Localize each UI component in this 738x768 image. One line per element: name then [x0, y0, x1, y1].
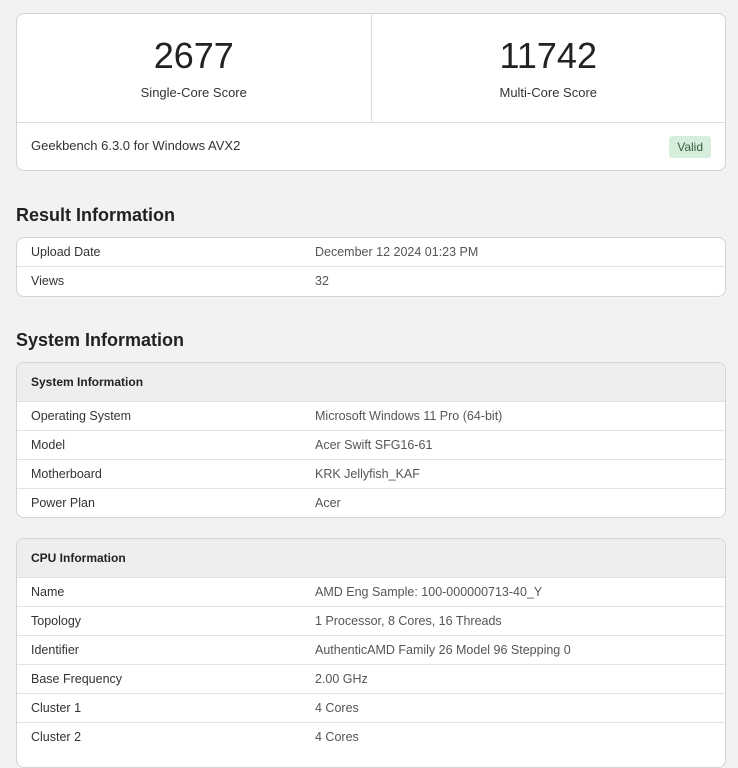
- single-core-score-value: 2677: [153, 35, 234, 76]
- single-core-score-label: Single-Core Score: [140, 85, 247, 100]
- table-row: Model Acer Swift SFG16-61: [17, 430, 725, 460]
- row-key: Name: [31, 585, 65, 599]
- row-key: Model: [17, 430, 315, 460]
- system-table-title: System Information: [17, 363, 725, 402]
- row-key: Cluster 2: [17, 722, 315, 751]
- row-key: Base Frequency: [17, 664, 315, 694]
- row-value: Acer Swift SFG16-61: [315, 430, 725, 460]
- multi-core-score-cell: 11742 Multi-Core Score: [370, 14, 726, 122]
- multi-core-score-label: Multi-Core Score: [499, 85, 598, 100]
- row-value: 1 Processor, 8 Cores, 16 Threads: [315, 606, 725, 636]
- table-row: Cluster 1 4 Cores: [17, 693, 725, 723]
- row-value: 4 Cores: [315, 722, 725, 751]
- table-row: Cluster 2 4 Cores: [17, 722, 725, 751]
- row-key: Power Plan: [17, 488, 315, 517]
- row-key: Cluster 1: [17, 693, 315, 723]
- valid-status-badge: Valid: [669, 136, 711, 158]
- system-information-heading: System Information: [16, 330, 185, 350]
- table-row: Motherboard KRK Jellyfish_KAF: [17, 459, 725, 489]
- row-key: Topology: [17, 606, 315, 636]
- table-row: Topology 1 Processor, 8 Cores, 16 Thread…: [17, 606, 725, 636]
- row-value: December 12 2024 01:23 PM: [315, 245, 479, 259]
- table-row: Name AMD Eng Sample: 100-000000713-40_Y: [17, 578, 725, 607]
- table-row: Upload Date December 12 2024 01:23 PM: [17, 238, 725, 267]
- multi-core-score-value: 11742: [499, 35, 597, 76]
- row-value: Microsoft Windows 11 Pro (64-bit): [315, 409, 503, 423]
- row-value: 2.00 GHz: [315, 664, 725, 694]
- row-key: Identifier: [17, 635, 315, 665]
- table-row: Views 32: [17, 266, 725, 295]
- result-information-table: Upload Date December 12 2024 01:23 PM Vi…: [16, 237, 726, 297]
- single-core-score-cell: 2677 Single-Core Score: [17, 14, 371, 122]
- table-row: Power Plan Acer: [17, 488, 725, 517]
- row-key: Operating System: [31, 409, 132, 423]
- row-key: Upload Date: [31, 245, 101, 259]
- result-information-heading: Result Information: [16, 205, 176, 225]
- row-value: AMD Eng Sample: 100-000000713-40_Y: [315, 585, 543, 599]
- system-information-table: System Information Operating System Micr…: [16, 362, 726, 518]
- cpu-table-title: CPU Information: [17, 539, 725, 578]
- benchmark-version: Geekbench 6.3.0 for Windows AVX2: [31, 137, 241, 153]
- row-value: 32: [315, 266, 725, 295]
- row-value: AuthenticAMD Family 26 Model 96 Stepping…: [315, 635, 725, 665]
- score-row: 2677 Single-Core Score 11742 Multi-Core …: [17, 14, 725, 123]
- row-value: 4 Cores: [315, 693, 725, 723]
- cpu-information-table: CPU Information Name AMD Eng Sample: 100…: [16, 538, 726, 768]
- table-row: Base Frequency 2.00 GHz: [17, 664, 725, 694]
- row-value: Acer: [315, 488, 725, 517]
- score-card: 2677 Single-Core Score 11742 Multi-Core …: [16, 13, 726, 171]
- row-value: KRK Jellyfish_KAF: [315, 459, 725, 489]
- row-key: Motherboard: [17, 459, 315, 489]
- row-key: Views: [17, 266, 315, 295]
- version-row: Geekbench 6.3.0 for Windows AVX2 Valid: [17, 123, 725, 170]
- table-row: Identifier AuthenticAMD Family 26 Model …: [17, 635, 725, 665]
- table-row: Operating System Microsoft Windows 11 Pr…: [17, 402, 725, 431]
